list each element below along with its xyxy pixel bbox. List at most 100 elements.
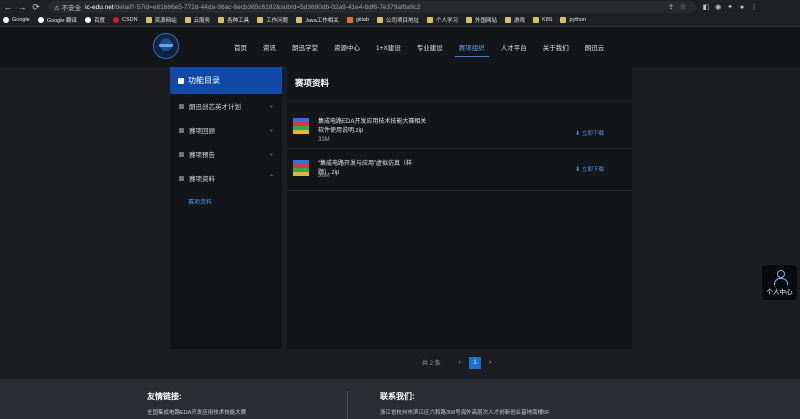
translate-icon[interactable]: ◉ [712,3,724,11]
zip-archive-icon [293,118,309,134]
file-size: 33M [318,137,330,143]
sidebar-item-label: 赛项资料 [189,176,215,183]
bookmark-folder[interactable]: 游戏 [505,16,525,24]
bookmark-csdn[interactable]: CSDN [113,17,138,23]
download-icon: ⬇ [575,166,581,173]
sidebar-item-talent-plan[interactable]: 朗迅创芯英才计划 ⌄ [170,94,282,118]
zip-archive-icon [293,160,309,176]
bullet-icon [179,103,184,109]
bookmark-folder[interactable]: 工作问题 [257,16,288,24]
sidebar-subitem-materials[interactable]: 赛项资料 [170,190,282,212]
chevron-down-icon: ⌄ [268,127,274,133]
bookmark-gitlab[interactable]: gitlab [346,17,369,23]
bookmark-star-icon[interactable]: ☆ [677,3,689,11]
content-header: 赛项资料 [287,67,632,99]
nav-item-competition[interactable]: 赛项组织 [451,27,493,67]
sidebar-item-review[interactable]: 赛项回顾 ⌄ [170,118,282,142]
file-list: 集成电路EDA开发应用技术技能大赛相关软件使用说明.zip 33M ⬇ 立即下载 … [287,103,632,349]
sidebar: 功能目录 朗迅创芯英才计划 ⌄ 赛项回顾 ⌄ 赛项预告 ⌄ 赛项资料 ⌃ 赛项资… [170,67,282,349]
personal-center-button[interactable]: 个人中心 [762,265,797,300]
nav-item-1x[interactable]: 1+X建设 [368,27,409,67]
menu-list-icon [178,77,184,84]
footer-divider [347,391,348,419]
bookmark-folder[interactable]: 个人学习 [426,16,458,24]
bookmark-folder[interactable]: 云服务 [184,16,210,24]
address-bar-actions: ⇪ ☆ [665,1,689,13]
google-translate-icon [37,17,44,23]
chevron-up-icon: ⌃ [268,175,274,181]
google-icon [3,17,9,23]
sidebar-item-materials[interactable]: 赛项资料 ⌃ [170,166,282,190]
address-bar[interactable]: ⚠ 不安全 ic-edu.net/detail?-57id=e61b86e5-7… [48,1,696,13]
download-button[interactable]: ⬇ 立即下载 [575,165,604,174]
nav-item-cloud[interactable]: 朗迅云 [577,27,613,67]
folder-icon [426,17,433,23]
file-size: 96M [318,173,330,179]
nav-item-news[interactable]: 资讯 [255,27,284,67]
folder-icon [257,17,264,23]
sidebar-item-preview[interactable]: 赛项预告 ⌄ [170,142,282,166]
extension-icon[interactable]: ◧ [700,3,712,11]
sidebar-title: 功能目录 [188,76,220,85]
main-nav: 首页 资讯 朗迅学堂 资源中心 1+X建设 专业建设 赛项组织 人才平台 关于我… [226,27,612,67]
chevron-right-icon[interactable]: › [489,359,491,366]
folder-icon [560,17,567,23]
url-path: /detail?-57id=e61b86e5-772d-44da-96ac-6e… [113,3,421,11]
bullet-icon [179,127,184,133]
bookmark-folder[interactable]: 各种工具 [218,16,249,24]
bookmarks-bar: Google Google 翻译 百度 CSDN 资源网站 云服务 各种工具 工… [0,14,800,27]
bookmark-folder[interactable]: K8S [533,17,552,23]
reload-icon[interactable]: ⟳ [30,1,42,13]
footer: 友情链接: 全国集成电路EDA开发应用技术技能大赛 联系我们: 浙江省杭州市滨江… [0,379,800,419]
bookmark-folder[interactable]: Java工作相关 [296,16,339,24]
nav-item-about[interactable]: 关于我们 [535,27,577,67]
bookmark-folder[interactable]: python [560,17,586,23]
chevron-down-icon: ⌄ [268,151,274,157]
security-warning[interactable]: ⚠ 不安全 [54,2,81,12]
file-name[interactable]: “集成电路开发与应用”虚拟仿真（样题）.zip [318,160,428,178]
browser-toolbar: ← → ⟳ ⚠ 不安全 ic-edu.net/detail?-57id=e61b… [0,0,800,14]
nav-item-talent[interactable]: 人才平台 [493,27,535,67]
chevron-left-icon[interactable]: ‹ [459,359,461,366]
folder-icon [466,17,472,23]
chevron-down-icon: ⌄ [268,103,274,109]
footer-links-title: 友情链接: [147,392,182,401]
gitlab-icon [346,17,353,23]
list-item: “集成电路开发与应用”虚拟仿真（样题）.zip 96M ⬇ 立即下载 [287,151,632,191]
back-icon[interactable]: ← [2,1,14,13]
folder-icon [296,17,303,23]
folder-icon [376,17,383,23]
page-number[interactable]: 1 [469,356,482,369]
csdn-icon [113,17,120,23]
profile-icon[interactable]: ● [736,4,748,11]
bookmark-folder[interactable]: 公司项目地址 [376,16,419,24]
bullet-icon [179,151,184,157]
footer-link[interactable]: 全国集成电路EDA开发应用技术技能大赛 [147,408,246,416]
nav-item-resources[interactable]: 资源中心 [326,27,368,67]
site-header: 首页 资讯 朗迅学堂 资源中心 1+X建设 专业建设 赛项组织 人才平台 关于我… [0,27,800,67]
bookmark-google[interactable]: Google [3,17,30,23]
download-button[interactable]: ⬇ 立即下载 [575,129,604,138]
site-logo[interactable] [153,33,179,59]
bookmark-folder[interactable]: 外国网站 [466,16,497,24]
sidebar-item-label: 赛项回顾 [189,128,215,135]
list-item: 集成电路EDA开发应用技术技能大赛相关软件使用说明.zip 33M ⬇ 立即下载 [287,109,632,149]
share-icon[interactable]: ⇪ [665,3,677,11]
nav-item-home[interactable]: 首页 [226,27,255,67]
forward-icon[interactable]: → [16,1,28,13]
puzzle-icon[interactable]: ✦ [724,3,736,11]
extension-icons: ◧ ◉ ✦ ● ⋮ [700,1,760,13]
menu-icon[interactable]: ⋮ [748,3,760,11]
bookmark-baidu[interactable]: 百度 [85,16,105,24]
sidebar-item-label: 朗迅创芯英才计划 [189,104,241,111]
bullet-icon [179,175,184,181]
file-name[interactable]: 集成电路EDA开发应用技术技能大赛相关软件使用说明.zip [318,118,428,136]
total-count: 共 2 条 [422,361,441,367]
sidebar-header: 功能目录 [170,67,282,94]
footer-address: 浙江省杭州市滨江区六和路368号海外高层次人才创新创业基地南楼5F [380,410,550,416]
bookmark-google-translate[interactable]: Google 翻译 [37,16,77,24]
sidebar-item-label: 赛项预告 [189,152,215,159]
nav-item-academy[interactable]: 朗迅学堂 [284,27,326,67]
nav-item-majors[interactable]: 专业建设 [409,27,451,67]
bookmark-folder[interactable]: 资源网站 [145,16,177,24]
